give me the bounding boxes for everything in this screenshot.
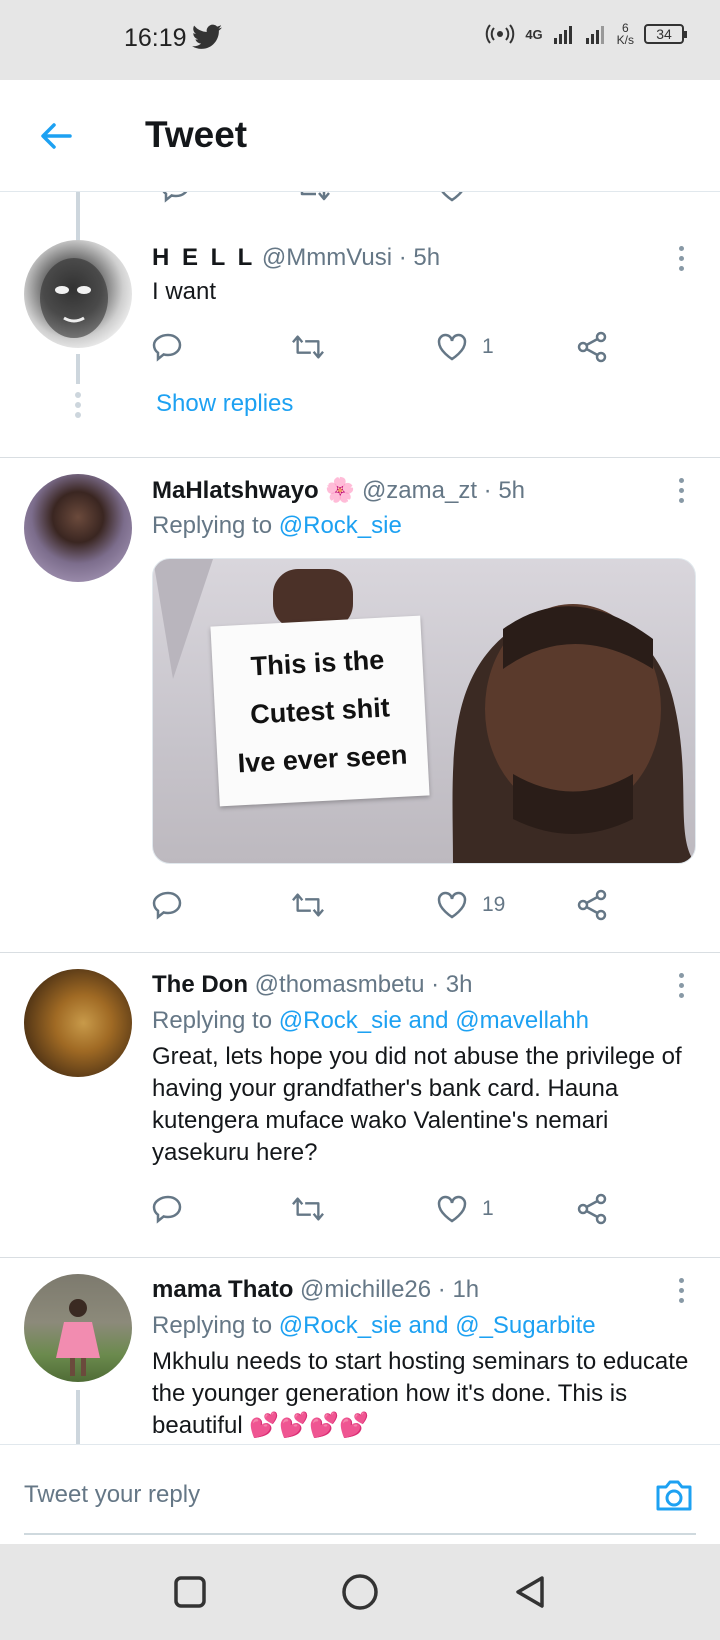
more-options-icon[interactable] [676,1278,686,1306]
reply-button[interactable] [152,327,184,367]
avatar[interactable] [24,474,132,582]
display-name[interactable]: H E L L [152,244,255,271]
tweet-header: mama Thato @michille26 · 1h [152,1276,479,1304]
like-button[interactable]: 19 [436,885,505,925]
retweet-button[interactable] [292,1189,324,1229]
more-options-icon[interactable] [676,478,686,506]
thread-connector [76,1390,80,1444]
tweet-header: The Don @thomasmbetu · 3h [152,971,472,999]
share-button[interactable] [576,327,608,367]
retweet-button[interactable] [292,327,324,367]
replying-to: Replying to @Rock_sie [152,512,402,539]
reply-icon [152,333,182,362]
handle-time[interactable]: @zama_zt · 5h [362,477,525,504]
tweet-header: H E L L @MmmVusi · 5h [152,244,440,272]
camera-icon[interactable] [652,1473,696,1517]
tweet-actions: 19 [152,885,632,925]
battery-indicator: 34 [644,24,687,44]
tweet-the-don[interactable]: The Don @thomasmbetu · 3h Replying to @R… [0,953,720,1243]
tweet-image[interactable]: This is the Cutest shit Ive ever seen [152,558,696,864]
tweet-mama-thato[interactable]: mama Thato @michille26 · 1h Replying to … [0,1258,720,1444]
like-count: 19 [482,893,506,916]
top-app-bar: Tweet [0,80,720,192]
replying-to-link[interactable]: @Rock_sie and @mavellahh [279,1007,589,1034]
replying-to-link[interactable]: @Rock_sie and @_Sugarbite [279,1312,596,1339]
reply-icon [152,891,182,920]
hotspot-icon [486,24,515,44]
tweet-actions: 1 [152,327,632,367]
retweet-icon [300,192,330,201]
handle-time[interactable]: @michille26 · 1h [300,1276,479,1303]
more-options-icon[interactable] [676,973,686,1001]
tweet-text: I want [152,278,217,305]
network-type: 4G [525,26,543,42]
handle-time[interactable]: @thomasmbetu · 3h [255,971,473,998]
retweet-icon [292,1197,324,1221]
display-name[interactable]: mama Thato [152,1276,293,1303]
like-button[interactable]: 1 [436,327,494,367]
reply-icon [152,1195,182,1224]
reply-composer [0,1444,720,1544]
reply-underline [24,1533,696,1535]
tweet-header: MaHlatshwayo 🌸 @zama_zt · 5h [152,476,525,505]
recents-square-icon[interactable] [170,1572,210,1612]
status-bar: 16:19 4G 6 K/s 34 [0,0,720,80]
share-icon [577,331,607,363]
heart-icon [437,891,467,919]
replying-to-link[interactable]: @Rock_sie [279,512,402,539]
meme-text-line: Ive ever seen [237,739,408,779]
replying-to: Replying to @Rock_sie and @_Sugarbite [152,1312,596,1339]
replying-to: Replying to @Rock_sie and @mavellahh [152,1007,589,1034]
tweet-actions: 1 [152,1189,632,1229]
display-name[interactable]: The Don [152,971,248,998]
home-circle-icon[interactable] [340,1572,380,1612]
twitter-bird-icon [192,24,222,49]
like-count: 1 [482,1197,494,1220]
share-icon [577,1193,607,1225]
display-name[interactable]: MaHlatshwayo 🌸 [152,477,355,504]
signal-icon-2 [585,26,604,44]
share-button[interactable] [576,1189,608,1229]
signal-icon-1 [553,26,572,44]
reply-button[interactable] [152,885,184,925]
previous-tweet-actions-partial [0,192,720,204]
meme-sign: This is the Cutest shit Ive ever seen [210,615,430,807]
avatar-person-icon [56,1299,100,1376]
page-title: Tweet [145,114,248,155]
tweet-text: Great, lets hope you did not abuse the p… [152,1043,682,1166]
retweet-icon [292,893,324,917]
tweet-thread[interactable]: H E L L @MmmVusi · 5h I want 1 Show repl… [0,192,720,1444]
retweet-button[interactable] [292,885,324,925]
avatar-sketch-face-icon [40,258,108,338]
back-triangle-icon[interactable] [510,1572,550,1612]
retweet-icon [292,335,324,359]
show-replies-link[interactable]: Show replies [156,390,293,418]
tweet-text: Mkhulu needs to start hosting seminars t… [152,1348,689,1439]
back-arrow-icon[interactable] [34,114,78,158]
status-time: 16:19 [124,24,187,52]
tweet-hell[interactable]: H E L L @MmmVusi · 5h I want 1 Show repl… [0,232,720,457]
like-count: 1 [482,335,494,358]
status-indicators: 4G 6 K/s 34 [485,21,687,47]
system-navigation-bar [0,1544,720,1640]
share-icon [577,889,607,921]
heart-icon [441,192,463,202]
like-button[interactable]: 1 [436,1189,494,1229]
avatar[interactable] [24,1274,132,1382]
network-speed: 6 K/s [616,21,634,47]
handle-time[interactable]: @MmmVusi · 5h [262,244,440,271]
heart-icon [437,1195,467,1223]
more-options-icon[interactable] [676,246,686,274]
reply-input[interactable] [24,1473,584,1517]
avatar[interactable] [24,969,132,1077]
reply-button[interactable] [152,1189,184,1229]
reply-icon [162,192,188,203]
share-button[interactable] [576,885,608,925]
thread-connector [76,354,80,384]
heart-icon [437,333,467,361]
avatar[interactable] [24,240,132,348]
